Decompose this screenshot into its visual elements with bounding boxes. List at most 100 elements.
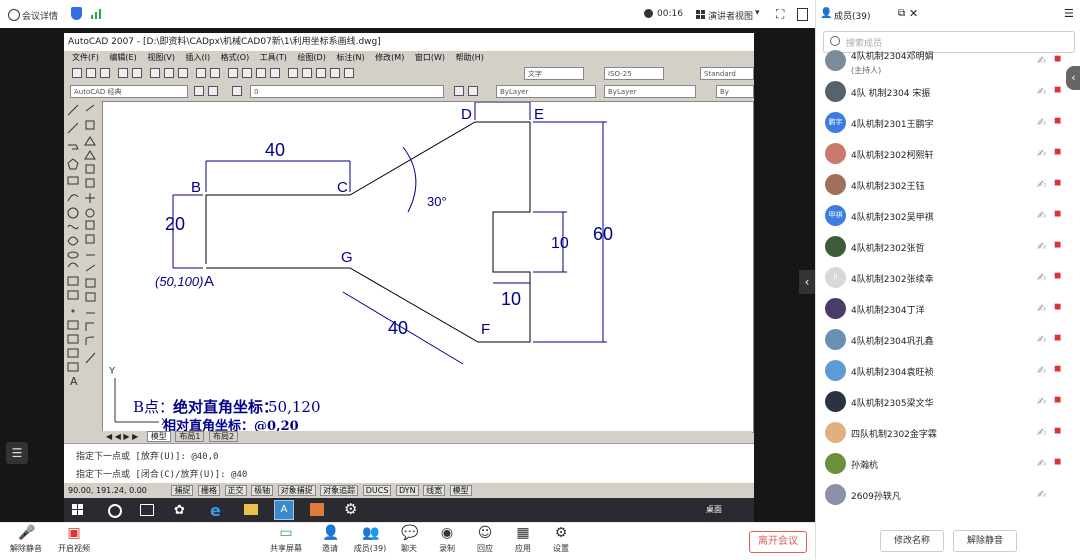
make-current-icon[interactable] [454,86,464,96]
menu-draw[interactable]: 绘图(D) [297,53,325,62]
task-view-icon[interactable] [140,504,154,516]
participant-row[interactable]: 甲祺 4队机制2302吴甲祺 ✍ ◼ [816,201,1080,232]
mic-muted-icon[interactable]: ✍ [1037,116,1046,129]
layer-manager-icon[interactable] [208,86,218,96]
participant-row[interactable]: 4队机制2304袁旺祯 ✍ ◼ [816,356,1080,387]
mic-muted-icon[interactable]: ✍ [1037,488,1046,501]
mic-muted-icon[interactable]: ✍ [1037,333,1046,346]
print-icon[interactable] [118,68,128,78]
share-side-menu-icon[interactable]: ☰ [6,442,28,464]
menu-view[interactable]: 视图(V) [147,53,175,62]
tab-nav-icon[interactable]: ◀ ◀ ▶ ▶ [106,432,138,441]
participant-row[interactable]: 鹏宇 4队机制2301王鹏宇 ✍ ◼ [816,108,1080,139]
status-model[interactable]: 模型 [449,485,472,496]
participant-row[interactable]: 4队机制2302柯熙轩 ✍ ◼ [816,139,1080,170]
camera-off-icon[interactable]: ◼ [1054,178,1061,188]
participant-row[interactable]: 4队机制2304丁洋 ✍ ◼ [816,294,1080,325]
camera-off-icon[interactable]: ◼ [1054,147,1061,157]
mic-muted-icon[interactable]: ✍ [1037,364,1046,377]
leave-meeting-button[interactable]: 离开会议 [749,531,807,553]
participant-row[interactable]: 4队机制2302王钰 ✍ ◼ [816,170,1080,201]
lineweight-combo[interactable]: By [716,85,754,98]
calculator-icon[interactable] [344,68,354,78]
mic-muted-icon[interactable]: ✍ [1037,457,1046,470]
gear-taskbar-icon[interactable]: ⚙ [344,500,357,518]
menu-dimension[interactable]: 标注(N) [336,53,364,62]
meeting-info-label[interactable]: 会议详情 [22,9,58,22]
menu-insert[interactable]: 插入(I) [186,53,211,62]
cut-icon[interactable] [150,68,160,78]
unmute-button[interactable]: 解除静音 [953,530,1017,552]
windows-start-icon[interactable] [72,504,84,516]
info-icon[interactable] [8,9,20,21]
menu-help[interactable]: 帮助(H) [456,53,484,62]
open-icon[interactable] [86,68,96,78]
layer-previous-icon[interactable] [468,86,478,96]
status-lwt[interactable]: 线宽 [423,485,446,496]
menu-icon[interactable]: ☰ [1064,7,1074,20]
participant-row[interactable]: 4队机制2302张哲 ✍ ◼ [816,232,1080,263]
participant-row[interactable]: 2609孙轶凡 ✍ [816,480,1080,511]
mic-muted-icon[interactable]: ✍ [1037,240,1046,253]
mic-muted-icon[interactable]: ✍ [1037,147,1046,160]
workspace-combo[interactable]: AutoCAD 经典 [70,85,188,98]
camera-off-icon[interactable]: ◼ [1054,209,1061,219]
view-mode-dropdown[interactable]: 演讲者视图 [708,9,753,22]
design-center-icon[interactable] [302,68,312,78]
camera-off-icon[interactable]: ◼ [1054,116,1061,126]
menu-window[interactable]: 窗口(W) [415,53,445,62]
linetype-combo[interactable]: ByLayer [604,85,696,98]
layer-properties-icon[interactable] [232,86,242,96]
fan-app-icon[interactable]: ✿ [174,503,185,518]
explorer-icon[interactable] [244,504,258,515]
mic-muted-icon[interactable]: ✍ [1037,302,1046,315]
zoom-window-icon[interactable] [256,68,266,78]
menu-edit[interactable]: 编辑(E) [109,53,136,62]
share-screen-button[interactable]: ▭ 共享屏幕 [264,525,308,554]
layer-combo[interactable]: 0 [250,85,444,98]
copy-icon[interactable] [164,68,174,78]
menu-file[interactable]: 文件(F) [72,53,99,62]
pan-icon[interactable] [228,68,238,78]
status-grid[interactable]: 栅格 [197,485,220,496]
camera-off-icon[interactable]: ◼ [1054,426,1061,436]
undo-icon[interactable] [196,68,206,78]
autocad-taskbar-icon[interactable]: A [274,500,294,520]
grid-view-icon[interactable] [696,9,705,19]
status-ducs[interactable]: DUCS [362,485,392,496]
mic-muted-icon[interactable]: ✍ [1037,85,1046,98]
participant-row[interactable]: 4队机制2305梁文华 ✍ ◼ [816,387,1080,418]
menu-modify[interactable]: 修改(M) [375,53,404,62]
mic-muted-icon[interactable]: ✍ [1037,271,1046,284]
camera-off-icon[interactable]: ◼ [1054,240,1061,250]
layout-icon[interactable] [797,8,808,21]
command-line[interactable]: 指定下一点或 [放弃(U)]: @40,0 指定下一点或 [闭合(C)/放弃(U… [64,443,754,484]
preview-icon[interactable] [132,68,142,78]
camera-off-icon[interactable]: ◼ [1054,85,1061,95]
paste-icon[interactable] [178,68,188,78]
redo-icon[interactable] [210,68,220,78]
participant-row[interactable]: 4队机制2304邓明娟 (主持人) ✍ ◼ [816,46,1080,77]
tab-layout1[interactable]: 布局1 [175,431,205,442]
status-dyn[interactable]: DYN [395,485,419,496]
markup-icon[interactable] [330,68,340,78]
camera-off-icon[interactable]: ◼ [1054,333,1061,343]
participant-row[interactable]: 孙瀚杭 ✍ ◼ [816,449,1080,480]
mic-muted-icon[interactable]: ✍ [1037,54,1046,67]
invite-button[interactable]: 👤 邀请 [308,525,352,554]
settings-button[interactable]: ⚙ 设置 [539,525,583,554]
properties-icon[interactable] [288,68,298,78]
camera-off-icon[interactable]: ◼ [1054,271,1061,281]
camera-off-icon[interactable]: ◼ [1054,54,1061,64]
participant-row[interactable]: 4队机制2304巩孔鑫 ✍ ◼ [816,325,1080,356]
zoom-previous-icon[interactable] [270,68,280,78]
members-button[interactable]: 👥 成员(39) [348,525,392,554]
command-prompt-line[interactable]: 指定下一点或 [闭合(C)/放弃(U)]: @40 [76,467,247,480]
camera-off-icon[interactable]: ◼ [1054,457,1061,467]
status-snap[interactable]: 捕捉 [171,485,194,496]
fullscreen-icon[interactable]: ⛶ [776,7,784,22]
mic-muted-icon[interactable]: ✍ [1037,209,1046,222]
color-combo[interactable]: ByLayer [496,85,596,98]
camera-off-icon[interactable]: ◼ [1054,395,1061,405]
participant-row[interactable]: 4队 机制2304 宋振 ✍ ◼ [816,77,1080,108]
